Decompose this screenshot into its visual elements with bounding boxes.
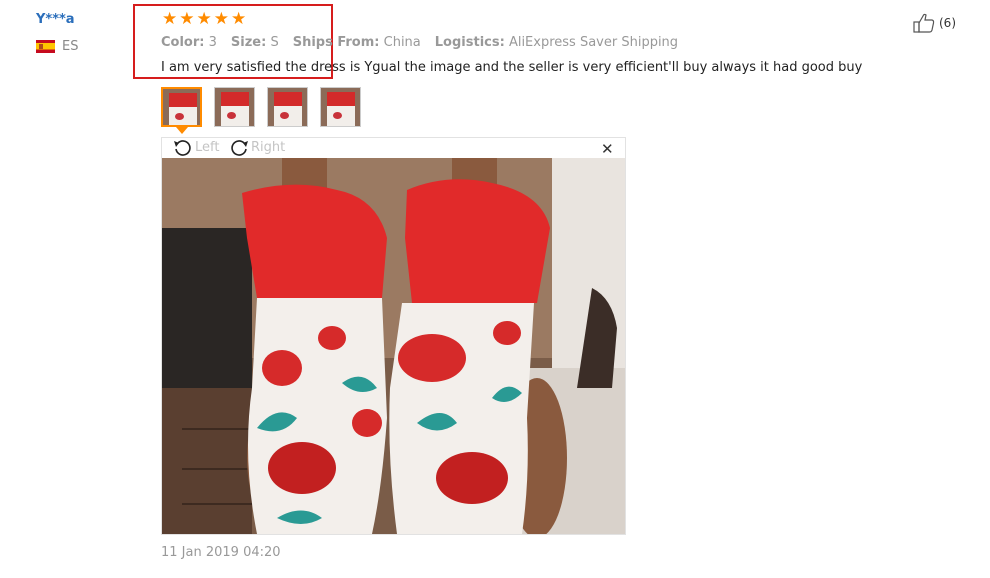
- attr-value: 3: [208, 35, 217, 50]
- active-thumbnail-caret: [176, 127, 188, 134]
- attr-ships-from: Ships From: China: [293, 35, 421, 50]
- attr-value: AliExpress Saver Shipping: [508, 35, 679, 50]
- attr-size: Size: S: [231, 35, 279, 50]
- order-attributes: Color: 3 Size: S Ships From: China Logis…: [161, 35, 678, 50]
- review-date: 11 Jan 2019 04:20: [161, 545, 281, 560]
- rotate-right-button[interactable]: Right: [229, 138, 285, 156]
- helpful-count: (6): [939, 16, 956, 30]
- rotate-right-label: Right: [251, 139, 286, 155]
- rotate-left-icon: [174, 140, 191, 156]
- photo-thumbnail[interactable]: [214, 87, 255, 127]
- close-icon[interactable]: ✕: [601, 140, 614, 158]
- review-photo-image: [162, 158, 625, 534]
- reviewer-name[interactable]: Y***a: [36, 12, 75, 27]
- attr-label: Color:: [161, 35, 205, 50]
- star-icon: ★: [179, 9, 195, 29]
- attr-value: China: [383, 35, 421, 50]
- spain-flag-icon: [36, 40, 55, 53]
- photo-thumbnail[interactable]: [320, 87, 361, 127]
- star-icon: ★: [162, 9, 178, 29]
- star-icon: ★: [196, 9, 212, 29]
- photo-thumbnails: [161, 87, 361, 127]
- reviewer-country: ES: [36, 39, 78, 54]
- country-code: ES: [62, 39, 79, 54]
- star-icon: ★: [231, 9, 247, 29]
- attr-label: Size:: [230, 35, 267, 50]
- attr-color: Color: 3: [161, 35, 217, 50]
- attr-value: S: [270, 35, 279, 50]
- star-icon: ★: [213, 9, 229, 29]
- photo-thumbnail[interactable]: [161, 87, 202, 127]
- attr-logistics: Logistics: AliExpress Saver Shipping: [435, 35, 678, 50]
- star-rating: ★ ★ ★ ★ ★: [162, 11, 246, 28]
- helpful-button[interactable]: (6): [913, 13, 956, 33]
- review-text: I am very satisfied the dress is Ygual t…: [161, 60, 863, 75]
- review-photo[interactable]: [162, 158, 625, 534]
- rotate-left-button[interactable]: Left: [173, 138, 219, 156]
- rotate-right-icon: [231, 140, 248, 156]
- attr-label: Logistics:: [434, 35, 505, 50]
- thumbs-up-icon: [913, 13, 935, 33]
- photo-thumbnail[interactable]: [267, 87, 308, 127]
- attr-label: Ships From:: [292, 35, 380, 50]
- rotate-left-label: Left: [195, 139, 220, 155]
